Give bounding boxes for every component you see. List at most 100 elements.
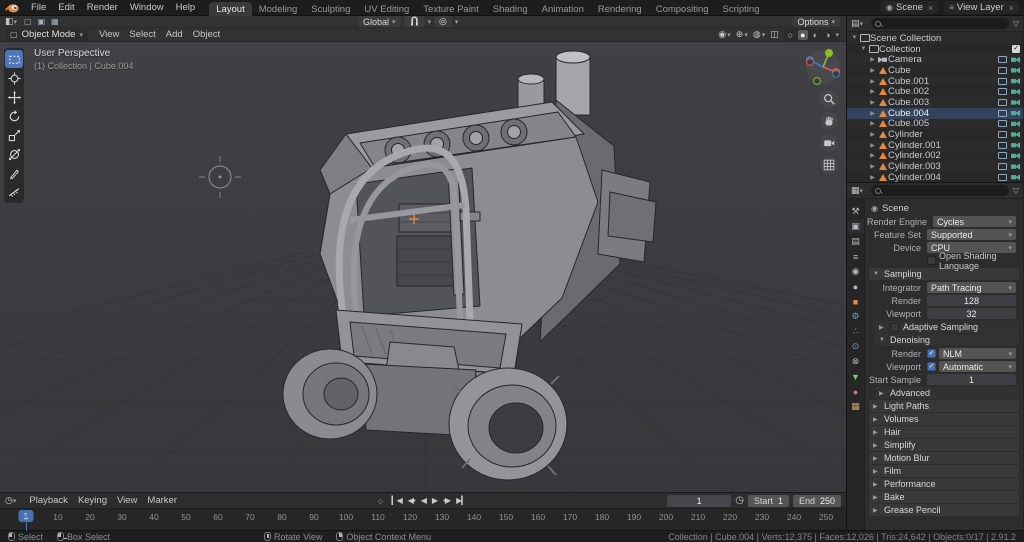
render-visibility-icon[interactable] [1011, 120, 1020, 127]
feature-set-dropdown[interactable]: Supported ▾ [927, 229, 1016, 240]
disclosure-icon[interactable]: ▼ [859, 46, 868, 52]
viewport-visibility-icon[interactable] [998, 109, 1007, 117]
viewport-menu-select[interactable]: Select [124, 29, 160, 40]
collection-checkbox[interactable]: ✓ [1012, 45, 1020, 54]
checkbox[interactable] [927, 256, 936, 265]
tab-compositing[interactable]: Compositing [649, 2, 716, 16]
outliner-row-collection[interactable]: ▼ Collection ✓ [847, 44, 1023, 55]
proportional-dropdown[interactable]: ▾ [455, 18, 459, 26]
tab-texture-paint[interactable]: Texture Paint [416, 2, 485, 16]
blender-logo-icon[interactable] [5, 3, 19, 13]
zoom-icon[interactable] [820, 90, 838, 108]
tab-modeling[interactable]: Modeling [252, 2, 305, 16]
disclosure-icon[interactable]: ▶ [868, 110, 877, 117]
outliner-row-cube-004[interactable]: ▶ Cube.004 [847, 108, 1023, 119]
timeline-editor-icon[interactable]: ◷▾ [5, 495, 16, 506]
options-dropdown[interactable]: Options ▾ [792, 16, 840, 27]
data-properties-tab[interactable]: ▼ [848, 370, 864, 383]
section-motion-blur[interactable]: ▶ Motion Blur [869, 452, 1019, 464]
viewport-visibility-icon[interactable] [998, 163, 1007, 171]
tab-animation[interactable]: Animation [535, 2, 591, 16]
tab-sculpting[interactable]: Sculpting [304, 2, 357, 16]
render-engine-dropdown[interactable]: Cycles ▾ [933, 216, 1016, 227]
section-denoising[interactable]: ▼ Denoising [875, 334, 1019, 346]
section-advanced[interactable]: ▶ Advanced [875, 387, 1019, 399]
select-box-tool[interactable] [5, 50, 23, 68]
empty-object-gizmo[interactable] [199, 156, 241, 198]
outliner-row-cylinder-004[interactable]: ▶ Cylinder.004 [847, 172, 1023, 182]
move-tool[interactable] [5, 88, 23, 106]
properties-search-input[interactable] [871, 185, 1009, 196]
render-visibility-icon[interactable] [1011, 174, 1020, 181]
viewport-visibility-icon[interactable] [998, 131, 1007, 139]
wireframe-shading-icon[interactable]: ○ [786, 30, 795, 40]
outliner-row-cube-001[interactable]: ▶ Cube.001 [847, 76, 1023, 87]
section-bake[interactable]: ▶ Bake [869, 491, 1019, 503]
timeline-menu-view[interactable]: View [112, 495, 142, 506]
annotate-tool[interactable] [5, 164, 23, 182]
overlays-dropdown[interactable]: ◍ ▾ [753, 29, 765, 40]
disclosure-icon[interactable]: ▶ [868, 163, 877, 170]
current-frame-field[interactable]: 1 [667, 494, 732, 507]
section-simplify[interactable]: ▶ Simplify [869, 439, 1019, 451]
outliner-row-cube-003[interactable]: ▶ Cube.003 [847, 97, 1023, 108]
jump-start-button[interactable]: ▎◀ [389, 496, 403, 505]
render-visibility-icon[interactable] [1011, 78, 1020, 85]
render-visibility-icon[interactable] [1011, 99, 1020, 106]
3d-viewport[interactable]: User Perspective (1) Collection | Cube.0… [0, 42, 846, 492]
section-hair[interactable]: ▶ Hair [869, 426, 1019, 438]
viewport-visibility-icon[interactable] [998, 120, 1007, 128]
shading-dropdown[interactable]: ▾ [835, 31, 839, 39]
play-button[interactable]: ▶ [430, 496, 439, 505]
disclosure-icon[interactable]: ▶ [868, 142, 877, 149]
grid-toggle-icon[interactable] [820, 156, 838, 174]
outliner-row-cylinder-003[interactable]: ▶ Cylinder.003 [847, 161, 1023, 172]
section-light-paths[interactable]: ▶ Light Paths [869, 400, 1019, 412]
outliner-row-cylinder-001[interactable]: ▶ Cylinder.001 [847, 140, 1023, 151]
tool-option-icon[interactable]: ▢ [24, 17, 32, 26]
snap-toggle[interactable] [403, 16, 425, 27]
material-properties-tab[interactable]: ● [848, 385, 864, 398]
constraints-properties-tab[interactable]: ⊗ [848, 355, 864, 368]
render-visibility-icon[interactable] [1011, 152, 1020, 159]
outliner-row-cube-002[interactable]: ▶ Cube.002 [847, 86, 1023, 97]
camera-view-icon[interactable] [820, 134, 838, 152]
render-visibility-icon[interactable] [1011, 142, 1020, 149]
unlink-view-layer-icon[interactable]: × [1009, 3, 1014, 13]
render-visibility-icon[interactable] [1011, 56, 1020, 63]
tool-option-icon[interactable]: ▦ [51, 17, 59, 26]
texture-properties-tab[interactable]: ▦ [848, 400, 864, 413]
outliner-editor-icon[interactable]: ▤▾ [851, 18, 863, 29]
render-dropdown[interactable]: NLM ▾ [939, 348, 1016, 359]
physics-properties-tab[interactable]: ⊙ [848, 340, 864, 353]
disclosure-icon[interactable]: ▶ [868, 56, 877, 63]
tab-uv-editing[interactable]: UV Editing [357, 2, 416, 16]
menu-file[interactable]: File [25, 1, 52, 14]
snap-dropdown[interactable]: ▾ [428, 18, 432, 26]
next-keyframe-button[interactable]: ▪▶ [441, 496, 452, 505]
properties-editor-icon[interactable]: ▦▾ [851, 185, 863, 196]
outliner-row-cube-005[interactable]: ▶ Cube.005 [847, 118, 1023, 129]
render-number-field[interactable]: 128 [927, 295, 1016, 306]
disclosure-icon[interactable]: ▶ [868, 88, 877, 95]
timeline-ruler[interactable]: 1 1 10 20 30 40 50 60 70 80 90 100 110 120 130 140 150 1… [0, 508, 846, 531]
outliner-row-cube[interactable]: ▶ Cube [847, 65, 1023, 76]
object-properties-tab[interactable]: ■ [848, 295, 864, 308]
viewport-visibility-icon[interactable] [998, 56, 1007, 64]
gizmos-dropdown[interactable]: ⊕ ▾ [736, 29, 748, 40]
outliner-row-cylinder-002[interactable]: ▶ Cylinder.002 [847, 150, 1023, 161]
render-visibility-icon[interactable] [1011, 163, 1020, 170]
section-adaptive-sampling[interactable]: ▶ Adaptive Sampling [875, 321, 1019, 333]
disclosure-icon[interactable]: ▶ [868, 131, 877, 138]
viewport-visibility-icon[interactable] [998, 66, 1007, 74]
start-sample-number-field[interactable]: 1 [927, 374, 1016, 385]
checkbox[interactable] [890, 322, 899, 332]
outliner-row-cylinder[interactable]: ▶ Cylinder [847, 129, 1023, 140]
render-visibility-icon[interactable] [1011, 131, 1020, 138]
output-properties-tab[interactable]: ▤ [848, 235, 864, 248]
filter-icon[interactable]: ▽ [1013, 19, 1019, 28]
render-visibility-icon[interactable] [1011, 67, 1020, 74]
cursor-tool[interactable] [5, 69, 23, 87]
menu-edit[interactable]: Edit [52, 1, 80, 14]
material-shading-icon[interactable]: ◐ [811, 30, 820, 40]
